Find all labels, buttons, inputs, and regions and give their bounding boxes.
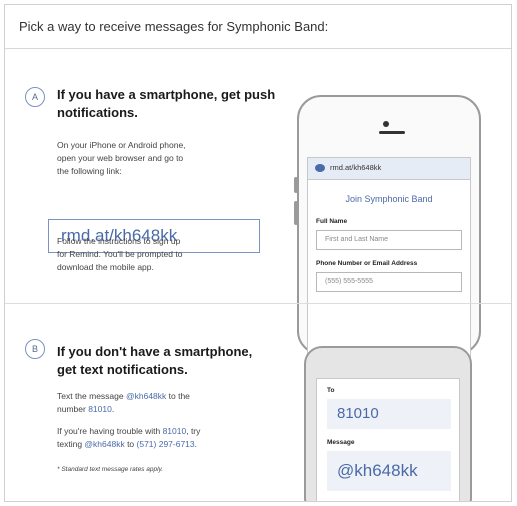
step-a-follow-text: Follow the instructions to sign up for R…: [57, 235, 182, 274]
follow-line: for Remind. You'll be prompted to: [57, 249, 183, 259]
phone-camera: [383, 121, 389, 127]
step-b-heading-line1: If you don't have a smartphone,: [57, 344, 253, 359]
instr-line: open your web browser and go to: [57, 153, 184, 163]
step-a-instructions: On your iPhone or Android phone, open yo…: [57, 139, 186, 178]
text-prefix2: number: [57, 404, 89, 414]
text-number: 81010: [88, 404, 112, 414]
trouble-mid: , try: [186, 426, 201, 436]
to-value: 81010: [327, 399, 451, 429]
full-name-label: Full Name: [316, 218, 348, 225]
contact-field: (555) 555-5555: [316, 272, 462, 292]
text-end: .: [111, 404, 115, 414]
browser-favicon-icon: [315, 164, 325, 172]
text-mid: to the: [166, 391, 190, 401]
phone-speaker: [379, 131, 405, 134]
text-code: @kh648kk: [125, 391, 167, 401]
trouble-prefix2: texting: [57, 439, 85, 449]
page-title: Pick a way to receive messages for Symph…: [19, 19, 329, 34]
trouble-prefix: If you're having trouble with: [57, 426, 163, 436]
step-b-heading-line2: get text notifications.: [57, 362, 188, 377]
smartphone-illustration: rmd.at/kh648kk Join Symphonic Band Full …: [294, 95, 481, 357]
step-a-heading-line1: If you have a smartphone, get push: [57, 87, 276, 102]
message-label: Message: [327, 439, 355, 446]
feature-phone-screen: To 81010 Message @kh648kk: [316, 378, 460, 501]
phone-screen: rmd.at/kh648kk Join Symphonic Band Full …: [307, 157, 471, 357]
contact-label: Phone Number or Email Address: [316, 260, 418, 267]
step-b-trouble-text: If you're having trouble with 81010, try…: [57, 425, 200, 451]
alt-number: (571) 297-6713: [136, 439, 195, 449]
trouble-mid2: to: [124, 439, 137, 449]
to-label: To: [327, 387, 335, 394]
step-b-badge: B: [25, 339, 45, 359]
phone-side-button: [294, 201, 298, 225]
follow-line: download the mobile app.: [57, 262, 154, 272]
message-value: @kh648kk: [327, 451, 451, 491]
rates-footnote: * Standard text message rates apply.: [57, 466, 164, 473]
trouble-number: 81010: [162, 426, 187, 436]
browser-url: rmd.at/kh648kk: [330, 163, 382, 172]
step-b-heading: If you don't have a smartphone, get text…: [57, 343, 252, 379]
instructions-card: Pick a way to receive messages for Symph…: [4, 4, 512, 502]
follow-line: Follow the instructions to sign up: [57, 236, 181, 246]
step-a-heading: If you have a smartphone, get push notif…: [57, 86, 275, 122]
feature-phone-illustration: To 81010 Message @kh648kk: [304, 346, 472, 501]
full-name-field: First and Last Name: [316, 230, 462, 250]
join-title: Join Symphonic Band: [345, 194, 433, 204]
trouble-end: .: [194, 439, 198, 449]
step-a-heading-line2: notifications.: [57, 105, 138, 120]
step-b-text-instructions: Text the message @kh648kk to the number …: [57, 390, 190, 416]
trouble-code: @kh648kk: [84, 439, 125, 449]
browser-url-bar: rmd.at/kh648kk: [308, 158, 470, 180]
text-prefix: Text the message: [57, 391, 126, 401]
phone-side-button: [294, 177, 298, 193]
header-bar: Pick a way to receive messages for Symph…: [5, 5, 511, 49]
step-a-badge: A: [25, 87, 45, 107]
section-divider: [5, 303, 511, 304]
instr-line: the following link:: [57, 166, 122, 176]
instr-line: On your iPhone or Android phone,: [57, 140, 186, 150]
